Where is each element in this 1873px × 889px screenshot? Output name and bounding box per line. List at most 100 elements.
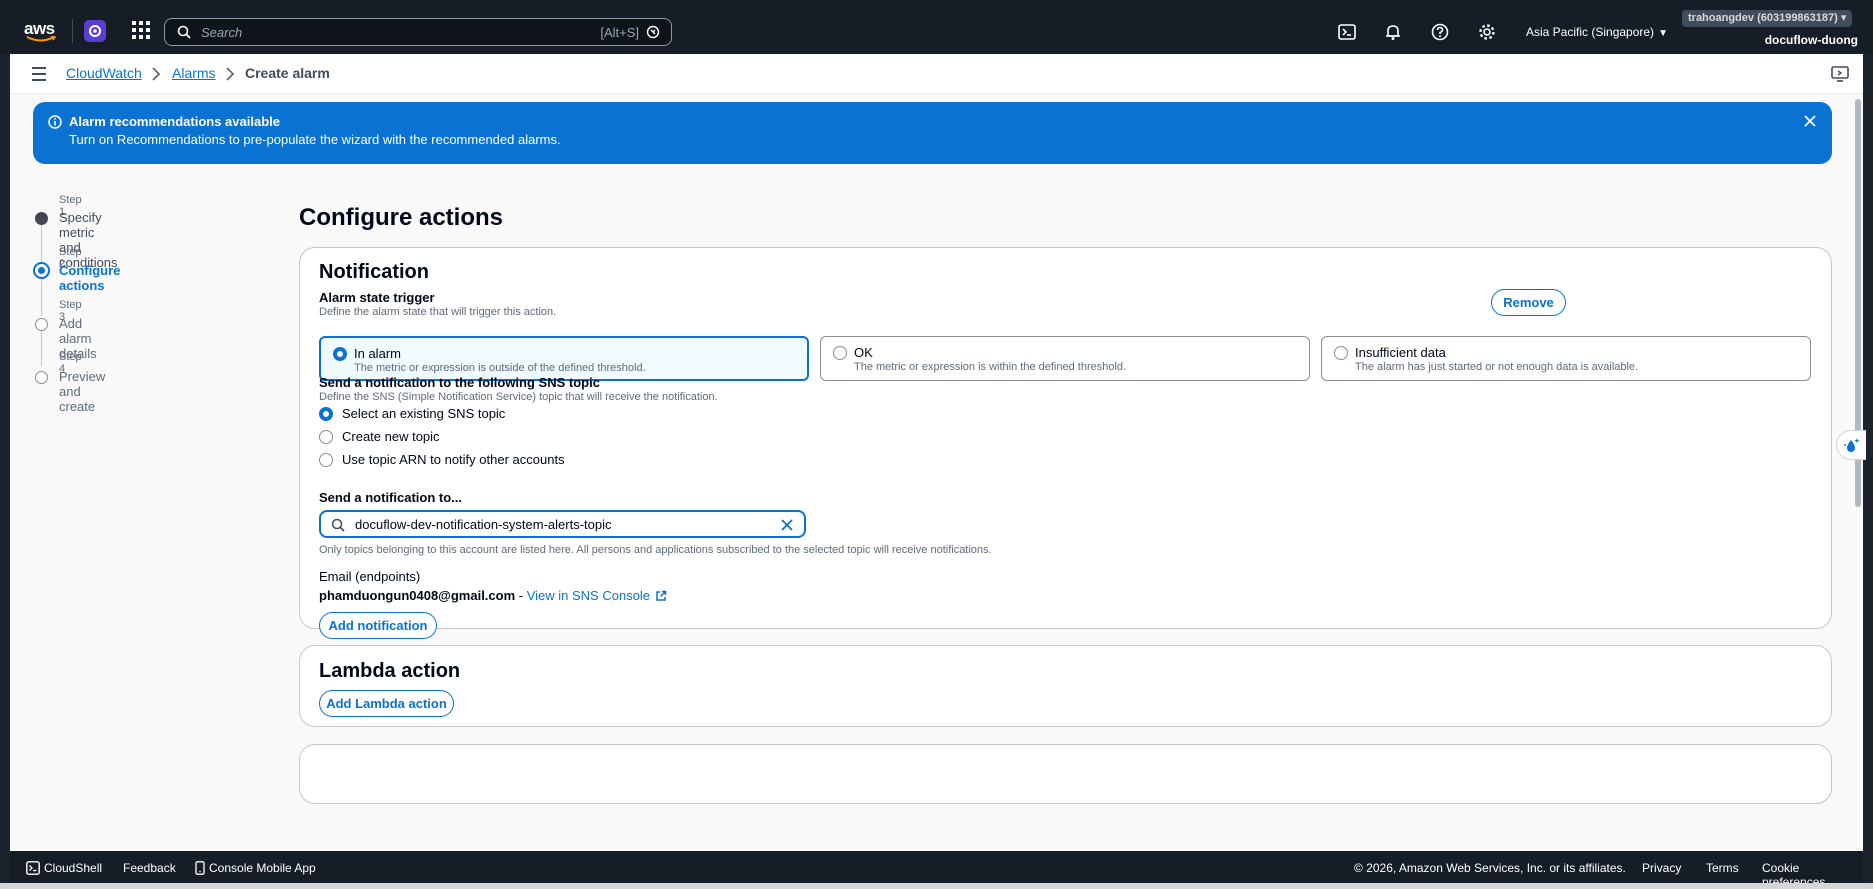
mobile-app-label: Console Mobile App: [209, 861, 316, 875]
step-3-indicator: [35, 318, 48, 331]
step-4-label: Preview and create: [59, 369, 106, 414]
option-label: Create new topic: [342, 429, 440, 444]
cloudshell-icon[interactable]: [1338, 23, 1356, 41]
banner-message: Turn on Recommendations to pre-populate …: [69, 132, 561, 147]
state-desc: The metric or expression is outside of t…: [354, 362, 646, 374]
lambda-action-container: Lambda action Add Lambda action: [299, 645, 1832, 727]
radio-topic-arn[interactable]: [319, 452, 333, 467]
search-input[interactable]: Search [Alt+S]: [164, 18, 672, 46]
close-icon[interactable]: [1803, 114, 1817, 128]
breadcrumb-alarms[interactable]: Alarms: [172, 65, 216, 81]
menu-icon[interactable]: [30, 66, 48, 82]
main-content: Alarm recommendations available Turn on …: [10, 94, 1853, 851]
endpoints-label: Email (endpoints): [319, 569, 421, 584]
step-2-indicator: [33, 262, 50, 279]
alarm-state-trigger-label: Alarm state trigger: [319, 290, 435, 305]
add-notification-button[interactable]: Add notification: [319, 612, 437, 639]
notification-heading: Notification: [319, 261, 429, 283]
state-title: Insufficient data: [1355, 345, 1446, 360]
radio-ok[interactable]: [833, 346, 847, 360]
cloudshell-footer-button[interactable]: CloudShell: [26, 861, 102, 875]
page-title: Configure actions: [299, 204, 504, 231]
send-to-label: Send a notification to...: [319, 490, 462, 505]
sns-option-arn[interactable]: Use topic ARN to notify other accounts: [319, 452, 565, 467]
state-desc: The alarm has just started or not enough…: [1355, 361, 1639, 373]
sns-console-link[interactable]: View in SNS Console: [527, 588, 650, 603]
scrollbar[interactable]: [1853, 94, 1863, 851]
caret-down-icon: ▼: [1658, 28, 1668, 39]
state-title: In alarm: [354, 346, 401, 361]
search-icon: [331, 518, 345, 532]
account-label: trahoangdev (603199863187): [1688, 12, 1838, 24]
state-title: OK: [854, 345, 873, 360]
endpoint-row: phamduongun0408@gmail.com - View in SNS …: [319, 588, 667, 603]
mobile-phone-icon: [195, 861, 205, 875]
banner-title: Alarm recommendations available: [69, 114, 280, 129]
alarm-state-trigger-desc: Define the alarm state that will trigger…: [319, 306, 557, 318]
account-menu[interactable]: trahoangdev (603199863187) ▾: [1682, 10, 1853, 27]
account-alias: docuflow-duong: [1764, 33, 1858, 47]
external-link-icon: [656, 590, 667, 601]
clear-icon[interactable]: [780, 518, 794, 532]
step-2-label: Configure actions: [59, 263, 121, 293]
gear-icon[interactable]: [1478, 23, 1496, 41]
state-tile-ok[interactable]: OK The metric or expression is within th…: [820, 336, 1310, 381]
region-label: Asia Pacific (Singapore): [1526, 25, 1655, 39]
apps-grid-icon[interactable]: [132, 21, 152, 41]
step-4-indicator: [35, 371, 48, 384]
sns-option-create[interactable]: Create new topic: [319, 429, 440, 444]
info-icon: [48, 115, 62, 129]
option-label: Use topic ARN to notify other accounts: [342, 452, 565, 467]
cloudshell-label: CloudShell: [44, 861, 103, 875]
sns-topic-label: Send a notification to the following SNS…: [319, 375, 600, 390]
aws-logo[interactable]: aws: [24, 19, 58, 42]
state-tile-insufficient-data[interactable]: Insufficient data The alarm has just sta…: [1321, 336, 1811, 381]
divider: [72, 19, 73, 43]
breadcrumb-cloudwatch[interactable]: CloudWatch: [66, 65, 142, 81]
tools-panel-icon[interactable]: [1831, 65, 1849, 83]
notification-container: Notification Remove Alarm state trigger …: [299, 247, 1832, 639]
search-placeholder: Search: [201, 25, 243, 40]
privacy-link[interactable]: Privacy: [1642, 861, 1681, 875]
terms-link[interactable]: Terms: [1706, 861, 1739, 875]
breadcrumb-bar: CloudWatch Alarms Create alarm: [10, 54, 1863, 94]
sns-option-existing[interactable]: Select an existing SNS topic: [319, 406, 505, 421]
top-navigation: aws Search [Alt+S] Asia Pacific (Singapo…: [0, 0, 1873, 54]
remove-button[interactable]: Remove: [1491, 289, 1566, 316]
topic-value: docuflow-dev-notification-system-alerts-…: [355, 517, 612, 532]
radio-insufficient-data[interactable]: [1334, 346, 1348, 360]
cloudshell-icon: [26, 861, 40, 875]
radio-create-topic[interactable]: [319, 429, 333, 444]
window-bottom-edge: [0, 883, 1873, 889]
mobile-app-link[interactable]: Console Mobile App: [195, 861, 316, 875]
copyright: © 2026, Amazon Web Services, Inc. or its…: [1354, 861, 1626, 875]
amazon-q-icon: [646, 25, 660, 39]
ai-assistant-icon[interactable]: [1836, 430, 1866, 460]
feedback-link[interactable]: Feedback: [123, 861, 176, 875]
step-connector: [41, 224, 42, 264]
sns-topic-input[interactable]: docuflow-dev-notification-system-alerts-…: [319, 510, 806, 538]
caret-down-icon: ▾: [1840, 12, 1847, 24]
sns-topic-desc: Define the SNS (Simple Notification Serv…: [319, 391, 718, 403]
service-shortcut-icon[interactable]: [84, 20, 106, 42]
search-icon: [177, 25, 191, 39]
recommendations-banner: Alarm recommendations available Turn on …: [33, 102, 1832, 164]
next-action-container: [299, 744, 1832, 804]
chevron-right-icon: [152, 67, 161, 81]
bell-icon[interactable]: [1384, 23, 1402, 41]
help-icon[interactable]: [1431, 23, 1449, 41]
endpoint-separator: -: [515, 588, 527, 603]
console-footer: CloudShell Feedback Console Mobile App ©…: [10, 851, 1863, 889]
breadcrumb-current: Create alarm: [245, 65, 330, 81]
topic-hint: Only topics belonging to this account ar…: [319, 544, 992, 556]
region-selector[interactable]: Asia Pacific (Singapore) ▼: [1526, 25, 1668, 39]
chevron-right-icon: [226, 67, 235, 81]
search-shortcut: [Alt+S]: [600, 25, 639, 40]
add-lambda-action-button[interactable]: Add Lambda action: [319, 690, 454, 717]
radio-in-alarm[interactable]: [333, 347, 347, 361]
option-label: Select an existing SNS topic: [342, 406, 506, 421]
radio-existing-topic[interactable]: [319, 406, 333, 421]
step-connector: [41, 276, 42, 316]
lambda-heading: Lambda action: [319, 660, 461, 682]
endpoint-email: phamduongun0408@gmail.com: [319, 588, 516, 603]
